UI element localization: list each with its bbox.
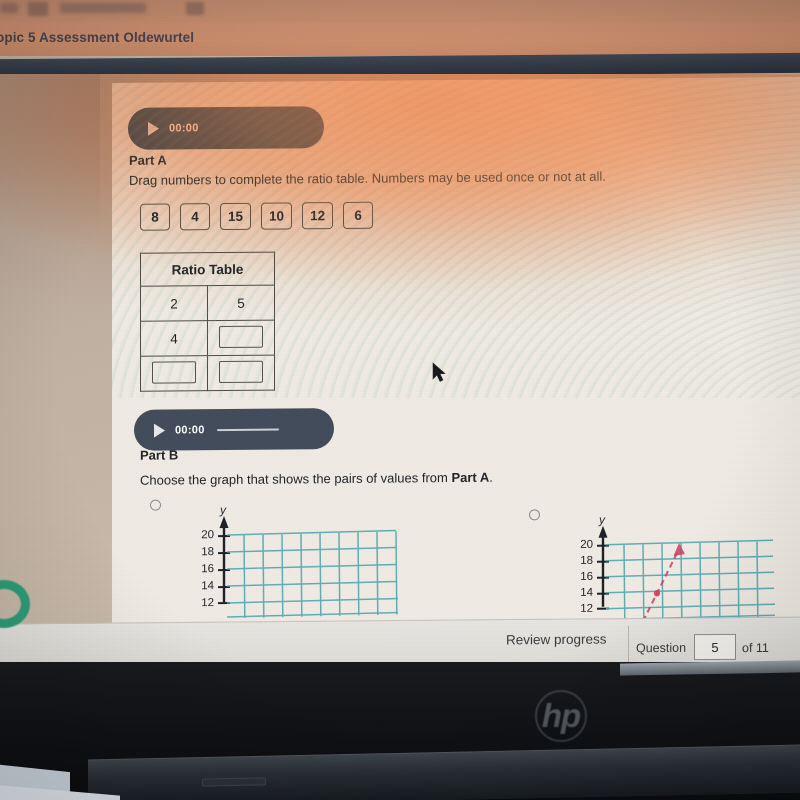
graph-option-a[interactable]: y 20 18 16 14 12 <box>196 500 411 622</box>
part-b-prompt: Choose the graph that shows the pairs of… <box>140 470 493 488</box>
y-tick-label: 18 <box>201 546 214 559</box>
table-cell-dropzone[interactable] <box>207 320 275 356</box>
y-tick-label: 12 <box>580 602 593 612</box>
y-tick-label: 14 <box>201 580 214 593</box>
toolbar-divider <box>628 625 629 665</box>
radio-option-a[interactable] <box>150 499 161 511</box>
y-tick-label: 18 <box>580 554 593 567</box>
drop-target[interactable] <box>152 360 196 384</box>
browser-tab-strip[interactable] <box>0 0 800 22</box>
part-a-label: Part A <box>129 152 167 168</box>
table-cell-dropzone[interactable] <box>140 355 208 392</box>
number-tile[interactable]: 8 <box>140 203 170 231</box>
table-cell-value: 4 <box>140 320 208 357</box>
number-tile[interactable]: 10 <box>261 202 293 230</box>
audio-player-part-a[interactable]: 00:00 <box>128 106 324 150</box>
photo-of-laptop-screen: opic 5 Assessment Oldewurtel 00:00 Part … <box>0 0 800 800</box>
audio-progress-bar[interactable] <box>216 428 279 431</box>
question-label: Question <box>636 640 687 656</box>
y-tick-label: 20 <box>201 529 214 542</box>
graph-b-svg <box>597 525 776 622</box>
laptop-latch <box>202 777 266 787</box>
number-tile[interactable]: 12 <box>302 202 334 230</box>
audio-player-part-b[interactable]: 00:00 <box>134 408 334 451</box>
y-tick-label: 12 <box>201 597 214 607</box>
number-tile-row: 8 4 15 10 12 6 <box>140 201 374 231</box>
table-cell-value: 5 <box>207 285 275 321</box>
monitor-area: opic 5 Assessment Oldewurtel 00:00 Part … <box>0 0 800 668</box>
table-row <box>140 355 275 392</box>
play-icon[interactable] <box>154 423 165 438</box>
part-a-prompt: Drag numbers to complete the ratio table… <box>129 168 606 188</box>
ratio-table-title: Ratio Table <box>140 252 275 287</box>
y-tick-label: 14 <box>580 586 593 599</box>
y-tick-label: 20 <box>580 538 593 551</box>
new-tab-icon[interactable] <box>186 2 204 15</box>
number-tile[interactable]: 6 <box>343 201 374 229</box>
page-title: opic 5 Assessment Oldewurtel <box>0 30 195 45</box>
review-progress-button[interactable]: Review progress <box>506 632 607 648</box>
tab-favicon-icon <box>28 2 48 16</box>
graph-a-svg <box>218 516 399 618</box>
y-tick-label: 16 <box>580 570 593 583</box>
number-tile[interactable]: 15 <box>220 202 252 231</box>
part-b-prompt-post: . <box>489 469 493 485</box>
graph-option-b[interactable]: y 20 18 16 14 12 <box>575 510 790 622</box>
table-cell-dropzone[interactable] <box>207 355 275 391</box>
y-tick-label: 16 <box>201 563 214 576</box>
part-b-prompt-bold: Part A <box>451 469 490 486</box>
mouse-cursor-icon <box>432 362 446 382</box>
radio-option-b[interactable] <box>529 509 540 521</box>
app-launcher-icon[interactable] <box>0 3 18 13</box>
table-cell-value: 2 <box>140 285 208 322</box>
table-row: 4 <box>140 320 275 357</box>
question-body: 00:00 Part A Drag numbers to complete th… <box>112 77 800 623</box>
table-row: 2 5 <box>140 285 275 322</box>
drop-target[interactable] <box>219 325 263 348</box>
audio-time-part-b: 00:00 <box>175 423 205 436</box>
browser-tab-title-blurred <box>60 3 146 13</box>
ratio-table: Ratio Table 2 5 4 <box>140 251 275 392</box>
hp-logo: hp <box>535 690 587 742</box>
part-b-prompt-pre: Choose the graph that shows the pairs of… <box>140 470 452 488</box>
annotation-line <box>642 543 685 622</box>
question-number-input[interactable]: 5 <box>694 633 736 661</box>
table-header-row: Ratio Table <box>140 252 275 287</box>
part-b-label: Part B <box>140 447 179 463</box>
number-tile[interactable]: 4 <box>180 203 210 231</box>
play-icon[interactable] <box>148 121 159 136</box>
question-total-label: of 11 <box>742 640 769 656</box>
audio-time-part-a: 00:00 <box>169 122 199 135</box>
drop-target[interactable] <box>219 360 263 383</box>
